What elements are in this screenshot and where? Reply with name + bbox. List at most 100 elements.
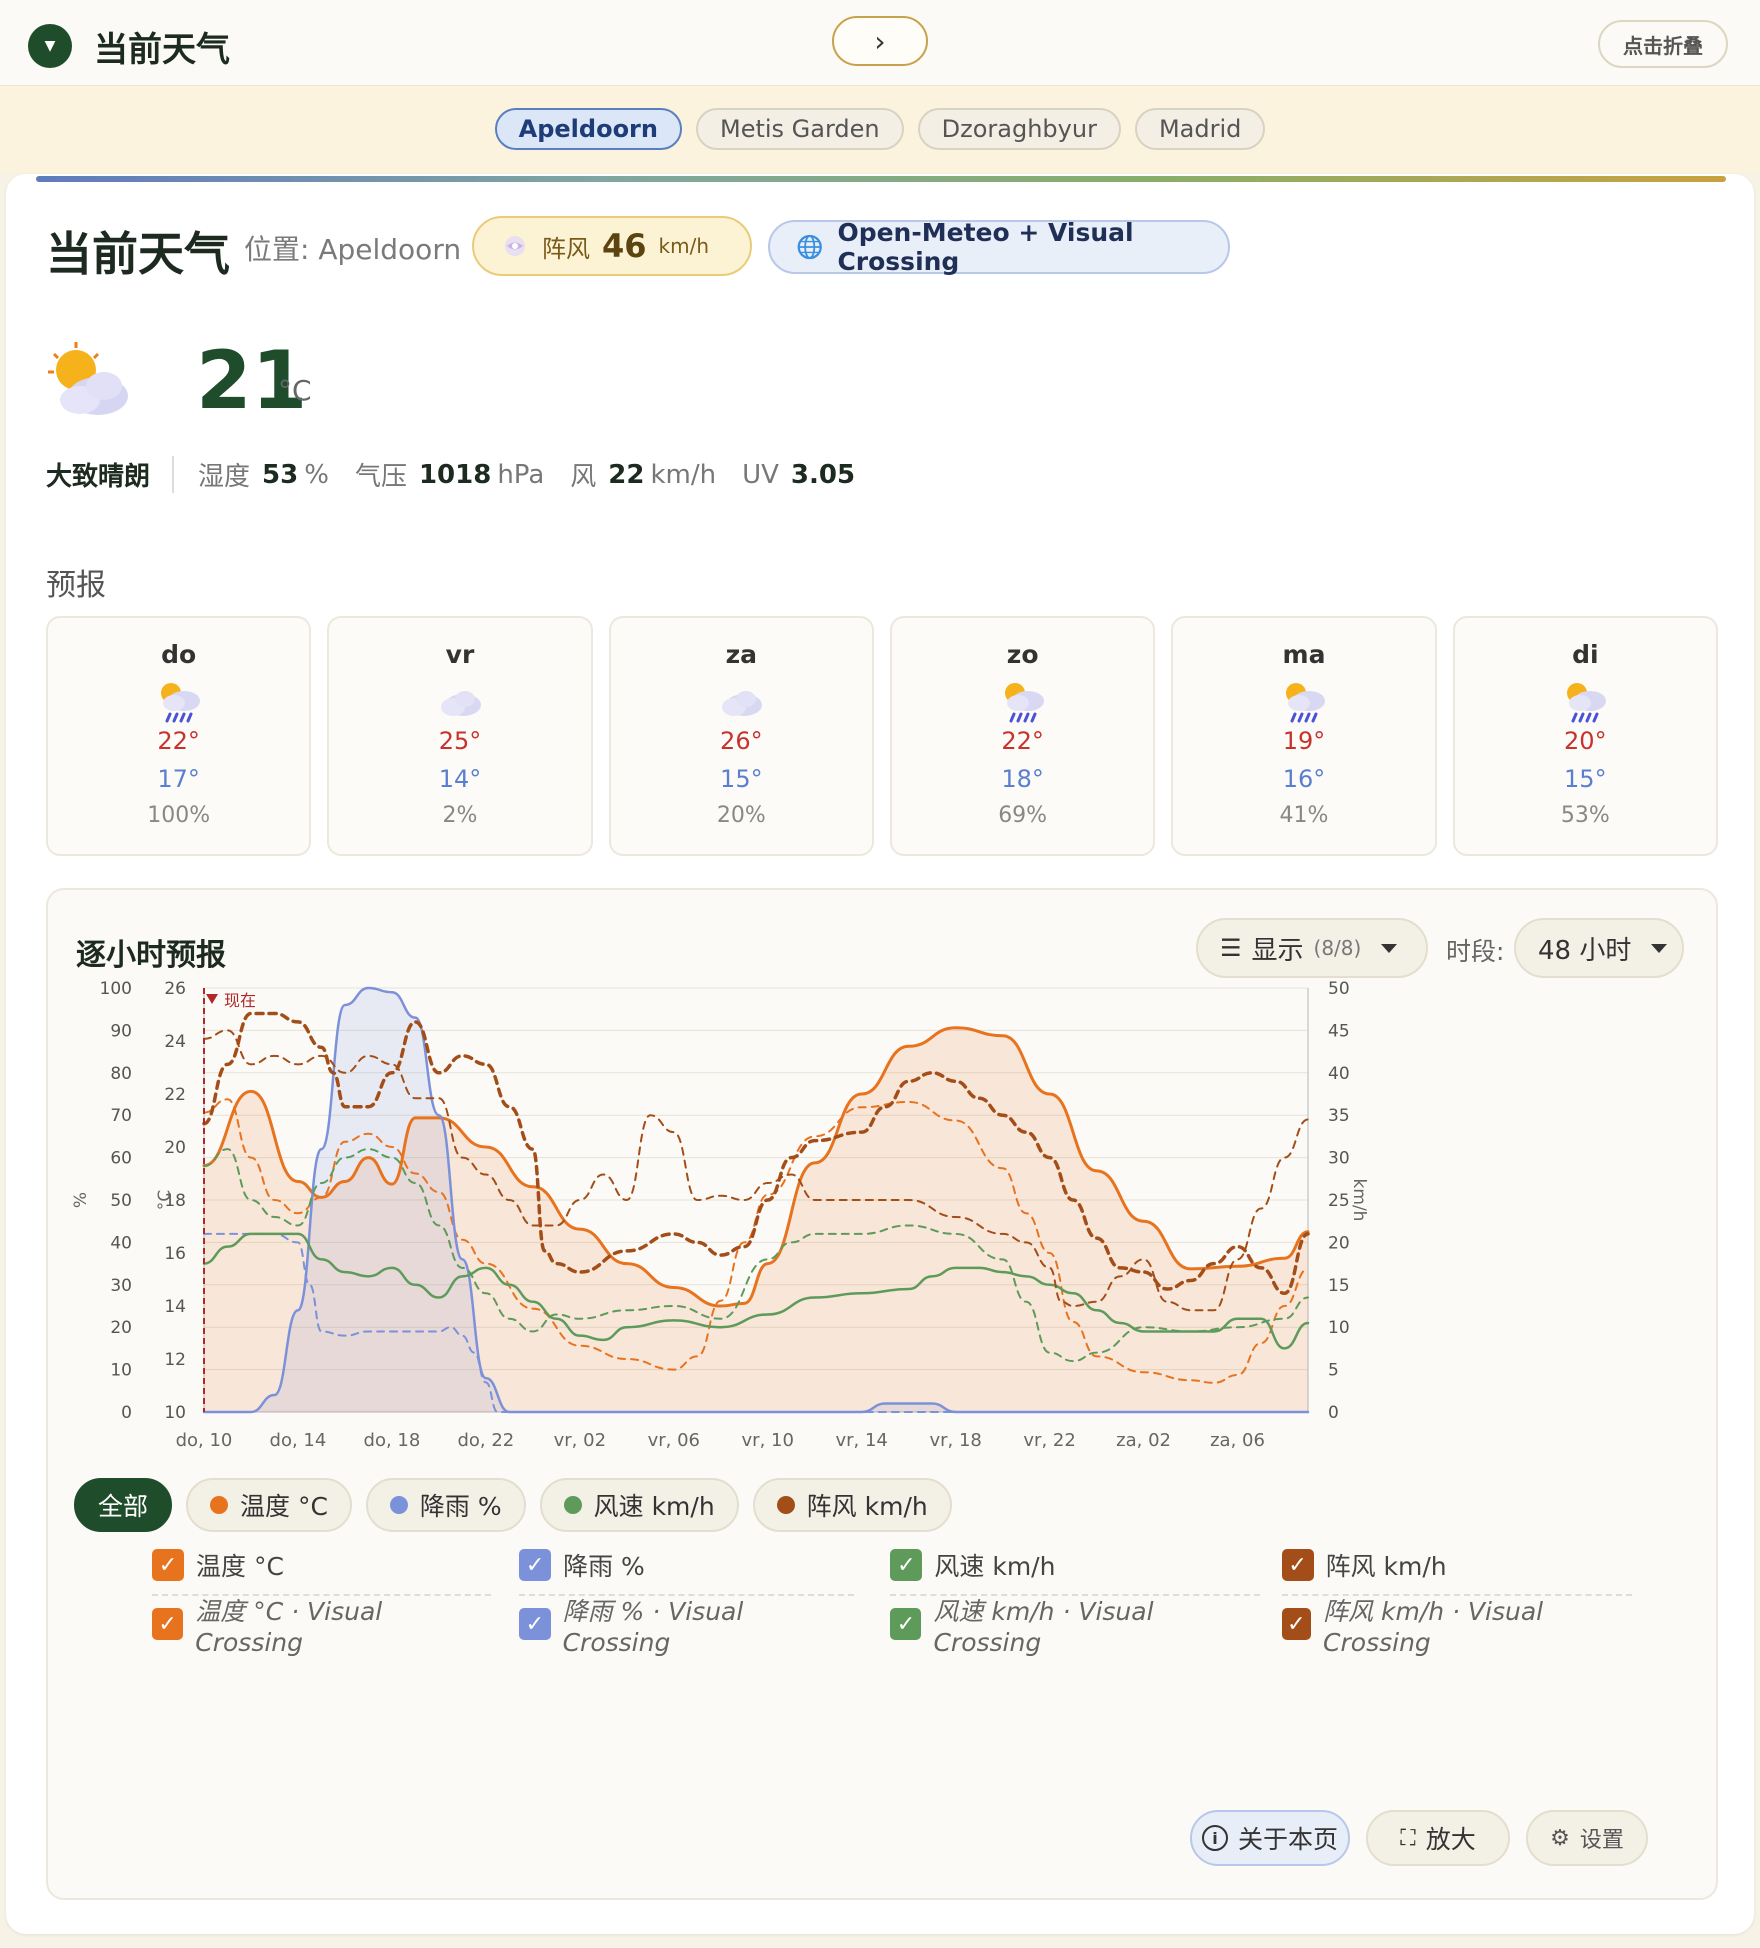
gust-unit: km/h	[658, 234, 710, 258]
wind-label: 风	[570, 462, 597, 492]
forecast-precip-chance: 53%	[1560, 803, 1610, 828]
list-icon: ☰	[1220, 934, 1242, 962]
current-temperature-unit: °C	[278, 374, 312, 407]
x-tick-label: vr, 06	[648, 1430, 700, 1451]
x-tick-label: do, 18	[364, 1430, 421, 1451]
y-tick-label-kmh: 40	[1328, 1064, 1350, 1084]
hourly-panel: 逐小时预报 ☰ 显示 (8/8) 时段: 48 小时 0 10 20 30 40 50 60…	[46, 888, 1718, 1900]
forecast-title: 预报	[46, 568, 106, 603]
legend-pill[interactable]: 风速 km/h	[539, 1478, 739, 1532]
city-tab-apeldoorn[interactable]: Apeldoorn	[494, 108, 682, 150]
legend-color-dot	[389, 1496, 408, 1514]
series-checkbox[interactable]: ✓ 降雨 % · Visual Crossing	[519, 1596, 854, 1657]
location-label: 位置:	[244, 233, 310, 266]
x-tick-label: za, 06	[1210, 1430, 1265, 1451]
forecast-precip-chance: 69%	[998, 803, 1048, 828]
series-checkbox-label: 风速 km/h · Visual Crossing	[933, 1596, 1154, 1657]
humidity-unit: %	[304, 459, 329, 490]
checkmark-icon: ✓	[519, 1549, 552, 1581]
globe-icon	[797, 234, 822, 260]
cloud-icon	[716, 677, 766, 725]
forecast-precip-chance: 41%	[1279, 803, 1329, 828]
city-tab-madrid[interactable]: Madrid	[1134, 108, 1266, 150]
wind-unit: km/h	[650, 459, 717, 490]
forecast-day-card: ma 19° 16° 41%	[1171, 616, 1437, 856]
accent-bar	[36, 176, 1726, 182]
y-tick-label-pct: 90	[110, 1021, 132, 1041]
forecast-high-temp: 22°	[1001, 727, 1044, 755]
sun-rain-icon	[1560, 677, 1610, 725]
y-axis-label-temp: °C	[155, 1190, 175, 1210]
about-page-button[interactable]: i 关于本页	[1190, 1810, 1350, 1866]
y-tick-label-temp: 16	[164, 1244, 186, 1264]
y-tick-label-temp: 14	[164, 1297, 186, 1317]
forecast-high-temp: 22°	[157, 727, 200, 755]
city-tab-metis-garden[interactable]: Metis Garden	[695, 108, 904, 150]
cloud-icon	[435, 677, 485, 725]
y-tick-label-kmh: 50	[1328, 980, 1350, 999]
info-icon: i	[1201, 1825, 1228, 1851]
series-checkbox[interactable]: ✓ 温度 °C · Visual Crossing	[152, 1596, 491, 1657]
legend-color-dot	[563, 1496, 582, 1514]
y-tick-label-pct: 70	[110, 1106, 132, 1126]
fold-button[interactable]: 点击折叠	[1598, 20, 1728, 68]
period-dropdown[interactable]: 48 小时	[1514, 918, 1684, 978]
series-checkbox[interactable]: ✓ 风速 km/h	[890, 1536, 1260, 1596]
y-tick-label-kmh: 5	[1328, 1361, 1339, 1381]
city-tab-dzoraghbyur[interactable]: Dzoraghbyur	[917, 108, 1121, 150]
y-tick-label-pct: 0	[121, 1403, 132, 1423]
uv-value: 3.05	[790, 459, 856, 490]
sun-rain-icon	[1279, 677, 1329, 725]
collapse-toggle-button[interactable]: ▼	[28, 24, 72, 68]
legend-pill[interactable]: 温度 °C	[186, 1478, 352, 1532]
settings-button[interactable]: ⚙ 设置	[1526, 1810, 1648, 1866]
y-tick-label-pct: 60	[110, 1149, 132, 1169]
zoom-button[interactable]: ⛶ 放大	[1366, 1810, 1510, 1866]
pressure-unit: hPa	[497, 459, 545, 490]
gear-icon: ⚙	[1550, 1825, 1570, 1851]
series-checkbox[interactable]: ✓ 阵风 km/h · Visual Crossing	[1281, 1596, 1632, 1657]
gust-label: 阵风	[542, 234, 590, 263]
legend-pill[interactable]: 阵风 km/h	[752, 1478, 952, 1532]
data-source-badge[interactable]: Open-Meteo + Visual Crossing	[768, 218, 1230, 276]
pressure-label: 气压	[354, 462, 407, 492]
legend-pill-label: 降雨 %	[419, 1492, 502, 1521]
settings-label: 设置	[1579, 1828, 1624, 1853]
y-tick-label-pct: 100	[100, 980, 132, 999]
y-tick-label-temp: 20	[164, 1138, 186, 1158]
y-tick-label-kmh: 25	[1328, 1191, 1350, 1211]
x-tick-label: vr, 10	[742, 1430, 794, 1451]
legend-all-button[interactable]: 全部	[74, 1478, 173, 1532]
series-checkbox-label: 阵风 km/h	[1325, 1552, 1447, 1581]
series-checkbox[interactable]: ✓ 阵风 km/h	[1281, 1536, 1632, 1596]
forecast-low-temp: 14°	[438, 765, 482, 793]
hourly-chart[interactable]: 0102030405060708090100101214161820222426…	[68, 980, 1698, 1470]
checkmark-icon: ✓	[152, 1608, 184, 1640]
legend-pill-label: 风速 km/h	[593, 1492, 715, 1521]
forecast-day-label: zo	[1006, 640, 1039, 669]
series-checkbox[interactable]: ✓ 温度 °C	[152, 1536, 492, 1596]
data-source-text: Open-Meteo + Visual Crossing	[837, 218, 1134, 276]
series-legend: 全部 温度 °C 降雨 % 风速 km/h 阵风 km/h	[74, 1478, 952, 1532]
checkmark-icon: ✓	[890, 1549, 923, 1581]
current-conditions: 大致晴朗 湿度 53 % 气压 1018 hPa 风 22 km/h UV 3.…	[46, 456, 861, 493]
forecast-high-temp: 20°	[1564, 727, 1607, 755]
series-checkbox-label: 降雨 %	[563, 1552, 645, 1581]
gust-badge: 阵风 46 km/h	[472, 216, 752, 276]
checkmark-icon: ✓	[1281, 1549, 1314, 1581]
y-axis-label-pct: %	[71, 1192, 91, 1208]
period-value: 48 小时	[1538, 935, 1632, 966]
wind-swirl-icon	[505, 236, 525, 256]
display-label: 显示	[1251, 935, 1304, 966]
forecast-precip-chance: 20%	[716, 803, 766, 828]
series-display-dropdown[interactable]: ☰ 显示 (8/8)	[1196, 918, 1428, 978]
forecast-day-label: vr	[445, 640, 475, 669]
next-button[interactable]: ›	[832, 16, 928, 66]
legend-pill[interactable]: 降雨 %	[365, 1478, 526, 1532]
forecast-row: do 22° 17° 100% vr 25° 14° 2% za 26° 15° 20% zo 22° 18…	[46, 616, 1718, 856]
series-checkbox[interactable]: ✓ 风速 km/h · Visual Crossing	[890, 1596, 1259, 1657]
y-tick-label-kmh: 30	[1328, 1149, 1350, 1169]
series-checkbox[interactable]: ✓ 降雨 %	[519, 1536, 855, 1596]
hourly-title: 逐小时预报	[76, 938, 226, 973]
forecast-low-temp: 18°	[1001, 765, 1044, 793]
